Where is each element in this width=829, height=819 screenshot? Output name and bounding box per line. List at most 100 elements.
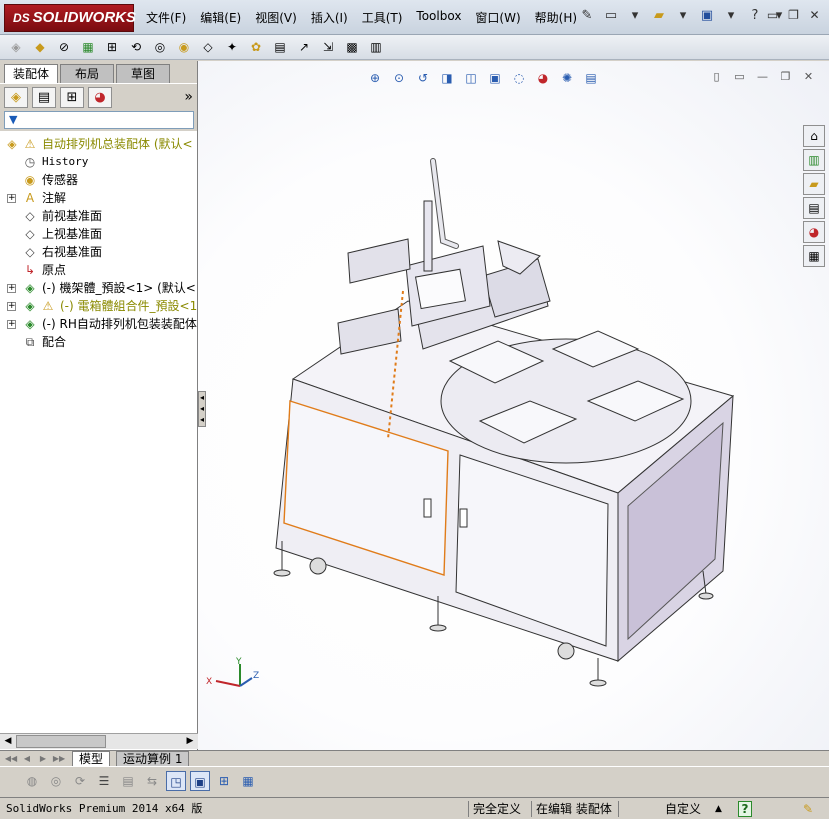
component-icon[interactable]: ◈ [6, 38, 26, 56]
solidworks-logo[interactable]: DS SOLIDWORKS [4, 4, 137, 32]
expand-icon[interactable]: + [7, 194, 16, 203]
calculate-icon[interactable]: ◍ [22, 771, 42, 791]
mate-icon[interactable]: ⊘ [54, 38, 74, 56]
menu-toolbox[interactable]: Toolbox [416, 9, 461, 26]
units-status[interactable]: 自定义 [618, 801, 718, 817]
scroll-left-icon[interactable]: ◀ [0, 734, 16, 749]
close-icon[interactable]: ✕ [806, 7, 823, 24]
assembly-icon: ◈ [7, 137, 17, 151]
filter-input[interactable]: ▼ [4, 111, 194, 129]
tree-node[interactable]: ⧉ 配合 [0, 333, 197, 351]
tab-motion-study-1[interactable]: 运动算例 1 [116, 751, 190, 767]
graphics-area[interactable]: ◂ ◂ ◂ ⊕ ⊙ ↺ ◨ ◫ ▣ ◌ ◕ ✺ ▤ ▯ ▭ — ❐ ✕ ⌂ ▥ ▰ … [198, 61, 829, 751]
expand-icon[interactable]: + [7, 302, 16, 311]
help-button[interactable]: ? [738, 801, 752, 817]
tab-assembly[interactable]: 装配体 [4, 64, 58, 83]
smart-fastener-icon[interactable]: ⊞ [102, 38, 122, 56]
property-manager-icon[interactable]: ▤ [32, 87, 56, 108]
display-box-icon[interactable]: ▣ [190, 771, 210, 791]
last-tab-icon[interactable]: ▶▶ [52, 752, 66, 766]
feature-manager-icon[interactable]: ◈ [4, 87, 28, 108]
tree-node[interactable]: ◷ History [0, 153, 197, 171]
restore-icon[interactable]: ❐ [785, 7, 802, 24]
play-icon[interactable]: ◎ [46, 771, 66, 791]
new-document-icon[interactable]: ▭ [602, 7, 620, 25]
exploded-view-icon[interactable]: ▤ [270, 38, 290, 56]
tree-node-label: 注解 [42, 191, 67, 205]
tab-model[interactable]: 模型 [72, 751, 111, 767]
menu-insert[interactable]: 插入(I) [311, 9, 348, 26]
tree-node[interactable]: + ◈ (-) RH自动排列机包装装配体 [0, 315, 197, 333]
assembly-feature-icon[interactable]: ◉ [174, 38, 194, 56]
horizontal-scrollbar[interactable]: ◀ ▶ [0, 733, 198, 749]
filter-icon[interactable]: ▼ [9, 113, 17, 126]
quick-access-toolbar: ✎ ▭ ▾ ▰ ▾ ▣ ▾ ? ▾ [578, 7, 788, 25]
expand-icon[interactable]: + [7, 284, 16, 293]
scroll-right-icon[interactable]: ▶ [182, 734, 198, 749]
show-hidden-icon[interactable]: ◎ [150, 38, 170, 56]
tab-sketch[interactable]: 草图 [116, 64, 170, 83]
tree-node-label: 传感器 [42, 173, 79, 187]
expand-icon[interactable]: + [7, 320, 16, 329]
expand-panel-icon[interactable]: » [184, 87, 193, 106]
tree-node[interactable]: ◉ 传感器 [0, 171, 197, 189]
annotation-icon: A [25, 191, 35, 205]
chevron-down-icon[interactable]: ▾ [674, 7, 692, 25]
explode-line-sketch-icon[interactable]: ↗ [294, 38, 314, 56]
key-frame-icon[interactable]: ⇆ [142, 771, 162, 791]
logo-text: SOLIDWORKS [32, 9, 137, 26]
scrollbar-thumb[interactable] [16, 735, 106, 748]
tree-node[interactable]: ↳ 原点 [0, 261, 197, 279]
move-component-icon[interactable]: ⟲ [126, 38, 146, 56]
save-view-icon[interactable]: ▦ [238, 771, 258, 791]
tree-node-label: 配合 [42, 335, 67, 349]
tree-node[interactable]: ◇ 上视基准面 [0, 225, 197, 243]
chevron-down-icon[interactable]: ▾ [722, 7, 740, 25]
menu-edit[interactable]: 编辑(E) [200, 9, 241, 26]
menu-file[interactable]: 文件(F) [146, 9, 186, 26]
save-icon[interactable]: ▣ [698, 7, 716, 25]
menu-tools[interactable]: 工具(T) [362, 9, 403, 26]
bill-of-materials-icon[interactable]: ✿ [246, 38, 266, 56]
list-icon[interactable]: ☰ [94, 771, 114, 791]
tree-node[interactable]: ◈ ⚠ 自动排列机总装配体 (默认< [0, 135, 197, 153]
menu-view[interactable]: 视图(V) [255, 9, 297, 26]
open-folder-icon[interactable]: ▰ [650, 7, 668, 25]
rebuild-icon[interactable]: ✎ [803, 801, 813, 817]
assembly-model[interactable] [198, 61, 829, 751]
help-icon[interactable]: ? [746, 7, 764, 25]
timeline-icon[interactable]: ▤ [118, 771, 138, 791]
minimize-icon[interactable]: ▭ [764, 7, 781, 24]
display-manager-icon[interactable]: ◕ [88, 87, 112, 108]
new-motion-study-icon[interactable]: ✦ [222, 38, 242, 56]
tree-node-label: 右视基准面 [42, 245, 103, 259]
menu-help[interactable]: 帮助(H) [535, 9, 577, 26]
next-tab-icon[interactable]: ▶ [36, 752, 50, 766]
tab-layout[interactable]: 布局 [60, 64, 114, 83]
reference-geometry-icon[interactable]: ◇ [198, 38, 218, 56]
insert-component-icon[interactable]: ◆ [30, 38, 50, 56]
chevron-down-icon[interactable]: ▾ [626, 7, 644, 25]
title-bar: DS SOLIDWORKS 文件(F) 编辑(E) 视图(V) 插入(I) 工具(… [0, 0, 829, 35]
tree-node[interactable]: + ◈ (-) 機架體_預設<1> (默认< [0, 279, 197, 297]
table-view-icon[interactable]: ⊞ [214, 771, 234, 791]
assembly-visualization-icon[interactable]: ▥ [366, 38, 386, 56]
menu-bar: 文件(F) 编辑(E) 视图(V) 插入(I) 工具(T) Toolbox 窗口… [146, 9, 591, 26]
tree-node[interactable]: + ◈ ⚠ (-) 電箱體組合件_預設<1 [0, 297, 197, 315]
menu-window[interactable]: 窗口(W) [475, 9, 520, 26]
prev-tab-icon[interactable]: ◀ [20, 752, 34, 766]
view-axes-icon[interactable]: ◳ [166, 771, 186, 791]
motor-icon[interactable]: ⟳ [70, 771, 90, 791]
tree-node[interactable]: ◇ 前视基准面 [0, 207, 197, 225]
pattern-icon[interactable]: ▦ [78, 38, 98, 56]
motion-toolbar: ◍ ◎ ⟳ ☰ ▤ ⇆ ◳ ▣ ⊞ ▦ [0, 766, 829, 796]
pin-icon[interactable]: ✎ [578, 7, 596, 25]
interference-detection-icon[interactable]: ▩ [342, 38, 362, 56]
subassembly-icon: ◈ [25, 317, 35, 331]
tree-node[interactable]: + A 注解 [0, 189, 197, 207]
tree-node[interactable]: ◇ 右视基准面 [0, 243, 197, 261]
first-tab-icon[interactable]: ◀◀ [4, 752, 18, 766]
chevron-up-icon[interactable]: ▲ [715, 801, 722, 817]
instant3d-icon[interactable]: ⇲ [318, 38, 338, 56]
configuration-manager-icon[interactable]: ⊞ [60, 87, 84, 108]
